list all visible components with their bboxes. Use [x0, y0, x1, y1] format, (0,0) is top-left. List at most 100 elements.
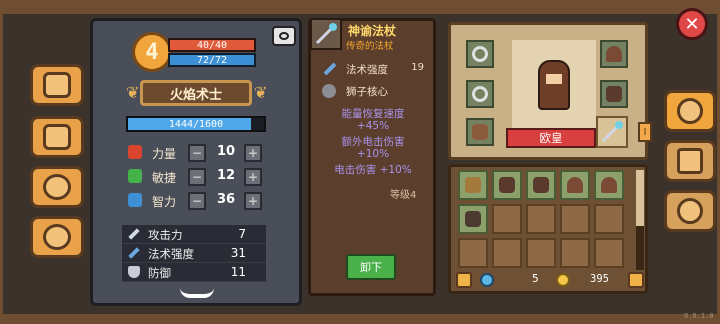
staff-item-icon — [310, 18, 342, 50]
bag-item[interactable] — [594, 170, 624, 200]
camera-button[interactable] — [272, 26, 296, 46]
bag-item[interactable] — [492, 170, 522, 200]
tab-settings[interactable] — [30, 216, 84, 258]
laurel-left-icon: ❦ — [126, 83, 140, 102]
item-stat-lion-core: 狮子核心 — [318, 82, 430, 102]
combat-label: 法术强度 — [148, 247, 194, 261]
bag-scrollbar-thumb[interactable] — [636, 170, 644, 226]
item-stat-label: 狮子核心 — [346, 86, 388, 98]
combat-row-defense: 防御 11 — [122, 263, 266, 282]
version-label: 0.0.1.0 — [684, 312, 714, 320]
hood-icon — [606, 46, 622, 62]
gloves-item-icon — [465, 211, 481, 227]
attribute-row-strength: 力量 − 10 + — [124, 142, 264, 164]
increase-button[interactable]: + — [244, 168, 262, 186]
coin-count: 395 — [590, 273, 609, 285]
item-stat-spell-power: 法术强度 19 — [318, 60, 430, 80]
slot-ring[interactable] — [466, 80, 494, 108]
necklace-icon — [472, 46, 488, 62]
combat-value: 7 — [238, 227, 246, 241]
item-bonus-line: 额外电击伤害 — [341, 136, 405, 148]
book-icon — [43, 72, 71, 98]
close-icon: ✕ — [684, 13, 700, 35]
attribute-value: 12 — [216, 168, 236, 183]
paw-icon — [43, 174, 71, 200]
slot-weapon[interactable] — [596, 116, 628, 148]
robe-item-icon — [533, 177, 549, 193]
bag-slot-empty[interactable] — [492, 204, 522, 234]
xp-bar: 1444/1600 — [126, 116, 266, 132]
item-bonus-line: +10% — [356, 148, 390, 160]
tab-equipment[interactable] — [664, 90, 716, 132]
laurel-right-icon: ❦ — [254, 83, 268, 102]
bag-slot-empty[interactable] — [594, 238, 624, 268]
hp-bar: 40/40 — [168, 38, 256, 52]
slot-necklace[interactable] — [466, 40, 494, 68]
fist-icon — [128, 145, 142, 159]
item-bonus-line: 能量恢复速度 — [341, 108, 405, 120]
bag-item[interactable] — [560, 170, 590, 200]
combat-row-spell-power: 法术强度 31 — [122, 244, 266, 263]
bag-slot-empty[interactable] — [526, 238, 556, 268]
bag-item[interactable] — [458, 204, 488, 234]
item-level: 等级4 — [390, 190, 417, 201]
tab-gear-settings[interactable] — [664, 190, 716, 232]
bag-slot-empty[interactable] — [492, 238, 522, 268]
robe-item-icon — [499, 177, 515, 193]
close-button[interactable]: ✕ — [676, 8, 708, 40]
robe-icon — [606, 86, 622, 102]
ring-icon — [472, 86, 488, 102]
slot-armor[interactable] — [600, 80, 628, 108]
decrease-button[interactable]: − — [188, 144, 206, 162]
gallery-icon — [43, 124, 71, 150]
hood-item-icon — [601, 177, 617, 193]
lock-icon[interactable] — [456, 272, 472, 288]
attribute-label: 力量 — [152, 147, 177, 161]
mp-bar: 72/72 — [168, 53, 256, 67]
staff-icon — [323, 62, 337, 76]
slot-boots[interactable] — [466, 118, 494, 146]
bag-slot-empty[interactable] — [560, 204, 590, 234]
shield-icon — [128, 266, 140, 278]
increase-button[interactable]: + — [244, 192, 262, 210]
bag-slot-empty[interactable] — [458, 238, 488, 268]
attribute-label: 敏捷 — [152, 171, 177, 185]
hero-name-plate: 欧皇 — [506, 128, 596, 148]
unequip-button[interactable]: 卸下 — [346, 254, 396, 280]
bag-item[interactable] — [526, 170, 556, 200]
level-badge: 4 — [132, 32, 172, 72]
book-item-icon — [465, 177, 481, 193]
item-stat-label: 法术强度 — [346, 64, 388, 76]
tab-book[interactable] — [30, 64, 84, 106]
item-bonus-line: 电击伤害 +10% — [334, 164, 412, 176]
sword-icon — [128, 228, 140, 240]
bag-slot-empty[interactable] — [594, 204, 624, 234]
attribute-row-intelligence: 智力 − 36 + — [124, 190, 264, 212]
bag-item[interactable] — [458, 170, 488, 200]
item-stat-value: 19 — [411, 62, 424, 73]
tab-gallery[interactable] — [30, 116, 84, 158]
wheel-icon — [43, 224, 71, 250]
bag-slot-empty[interactable] — [526, 204, 556, 234]
tab-skills[interactable] — [664, 140, 716, 182]
camera-icon — [279, 32, 289, 40]
attribute-row-agility: 敏捷 − 12 + — [124, 166, 264, 188]
gem-icon — [480, 273, 494, 287]
gem-count: 5 — [532, 273, 539, 285]
info-icon: I — [643, 126, 647, 138]
feather-icon — [128, 169, 142, 183]
bag-slot-empty[interactable] — [560, 238, 590, 268]
slot-helmet[interactable] — [600, 40, 628, 68]
scroll-down-indicator[interactable] — [180, 288, 214, 298]
hero-face — [546, 74, 562, 84]
frame-top-border — [0, 0, 720, 14]
combat-label: 攻击力 — [148, 228, 183, 242]
increase-button[interactable]: + — [244, 144, 262, 162]
sort-icon[interactable] — [628, 272, 644, 288]
gear-icon — [677, 198, 703, 224]
decrease-button[interactable]: − — [188, 192, 206, 210]
boots-icon — [472, 124, 488, 140]
tab-pet[interactable] — [30, 166, 84, 208]
weapon-detail-tab[interactable]: I — [638, 122, 652, 142]
decrease-button[interactable]: − — [188, 168, 206, 186]
